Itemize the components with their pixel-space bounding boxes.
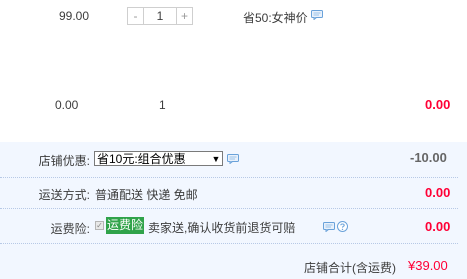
triangle-down-icon: ▼ <box>211 153 221 164</box>
shop-discount-amount: -10.00 <box>410 150 447 165</box>
shipping-price: 0.00 <box>425 185 451 200</box>
chat-bubble-icon[interactable] <box>311 10 323 20</box>
item-promotion-text: 省50:女神价 <box>243 11 308 25</box>
shipping-method-label: 运送方式: <box>38 188 90 202</box>
shipping-insurance-label: 运费险: <box>50 222 90 236</box>
shop-discount-label: 店铺优惠: <box>38 154 90 168</box>
shipping-insurance-checkbox[interactable]: ✓ <box>95 221 104 230</box>
quantity-input[interactable] <box>144 8 176 24</box>
shop-total-label: 店铺合计(含运费) <box>304 261 396 275</box>
chat-bubble-icon[interactable] <box>227 154 239 164</box>
quantity-increase-button[interactable]: + <box>176 8 192 24</box>
quantity-decrease-button[interactable]: - <box>128 8 144 24</box>
shop-discount-selected-value: 省10元:组合优惠 <box>97 152 186 166</box>
chat-bubble-icon[interactable] <box>323 222 335 232</box>
quantity-stepper[interactable]: - + <box>127 7 193 25</box>
item-unit-price: 99.00 <box>59 9 90 23</box>
item2-subtotal: 0.00 <box>425 97 451 112</box>
shipping-insurance-badge: 运费险 <box>106 217 145 234</box>
item2-quantity: 1 <box>159 98 166 112</box>
shipping-insurance-price: 0.00 <box>425 219 451 234</box>
shop-total-value: ¥39.00 <box>408 258 448 273</box>
shipping-insurance-description: 卖家送,确认收货前退货可赔 <box>148 221 296 235</box>
item2-unit-price: 0.00 <box>55 98 79 112</box>
shop-discount-select[interactable]: 省10元:组合优惠 ▼ <box>94 151 223 166</box>
question-icon[interactable] <box>337 221 348 232</box>
shipping-method-value: 普通配送 快递 免邮 <box>95 188 198 202</box>
